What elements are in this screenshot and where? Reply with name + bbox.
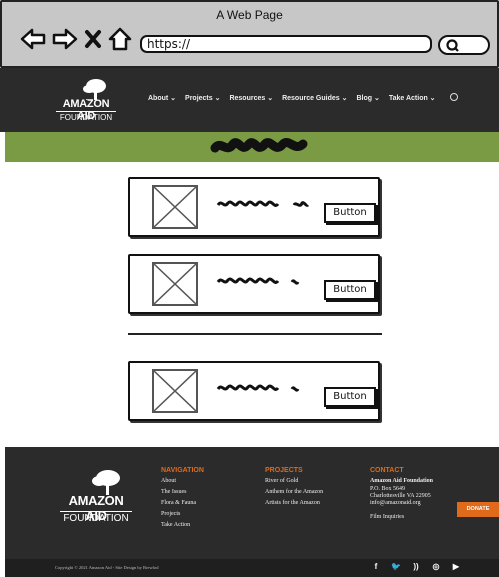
scribble-text: [216, 277, 300, 285]
footer-navigation: NAVIGATION About The Issues Flora & Faun…: [161, 467, 204, 533]
close-icon[interactable]: [84, 29, 102, 54]
footer-link[interactable]: Projects: [161, 511, 204, 517]
site-footer: AMAZON AID FOUNDATION NAVIGATION About T…: [5, 447, 499, 559]
rss-icon[interactable]: )): [411, 562, 421, 571]
logo-subtitle: FOUNDATION: [56, 111, 116, 122]
facebook-icon[interactable]: f: [371, 562, 381, 571]
tree-icon: [83, 79, 106, 100]
divider: [128, 333, 382, 335]
donate-button[interactable]: DONATE: [457, 502, 499, 517]
url-input[interactable]: https://: [140, 35, 432, 53]
list-item: Button: [128, 361, 380, 421]
footer-link[interactable]: River of Gold: [265, 478, 323, 484]
card-button[interactable]: Button: [324, 280, 376, 300]
list-item: Button: [128, 177, 380, 237]
image-placeholder-icon: [152, 185, 198, 229]
film-inquiries-link[interactable]: Film Inquiries: [370, 514, 433, 520]
home-icon[interactable]: [108, 27, 132, 56]
window-title: A Web Page: [216, 8, 283, 22]
card-button[interactable]: Button: [324, 203, 376, 223]
nav-item-take-action[interactable]: Take Action ⌄: [389, 94, 436, 102]
list-item: Button: [128, 254, 380, 314]
footer-link[interactable]: Flora & Fauna: [161, 500, 204, 506]
scribble-text: [216, 200, 310, 207]
card-button[interactable]: Button: [324, 387, 376, 407]
footer-navigation-heading: NAVIGATION: [161, 467, 204, 474]
nav-item-blog[interactable]: Blog ⌄: [356, 94, 379, 102]
nav-item-projects[interactable]: Projects ⌄: [185, 94, 220, 102]
browser-chrome: A Web Page https://: [0, 0, 499, 68]
contact-line: Charlottesville VA 22905: [370, 493, 431, 499]
scribble-text: [216, 384, 300, 392]
browser-search-button[interactable]: [438, 35, 490, 55]
instagram-icon[interactable]: ◎: [431, 562, 441, 571]
contact-org: Amazon Aid Foundation: [370, 478, 434, 484]
footer-projects-heading: PROJECTS: [265, 467, 303, 474]
footer-projects: PROJECTS River of Gold Anthem for the Am…: [265, 467, 323, 511]
footer-contact-heading: CONTACT: [370, 467, 404, 474]
footer-link[interactable]: About: [161, 478, 204, 484]
back-arrow-icon[interactable]: [20, 28, 46, 55]
image-placeholder-icon: [152, 369, 198, 413]
contact-line: P.O. Box 5649: [370, 486, 406, 492]
footer-link[interactable]: Anthem for the Amazon: [265, 489, 323, 495]
twitter-icon[interactable]: 🐦: [391, 562, 401, 571]
social-links: f 🐦 )) ◎ ▶: [371, 562, 461, 571]
footer-bottom-bar: Copyright © 2021 Amazon Aid - Site Desig…: [5, 559, 499, 577]
copyright-text: Copyright © 2021 Amazon Aid - Site Desig…: [55, 565, 159, 570]
header-logo[interactable]: AMAZON AID FOUNDATION: [56, 78, 116, 126]
forward-arrow-icon[interactable]: [52, 28, 78, 55]
main-nav: About ⌄ Projects ⌄ Resources ⌄ Resource …: [148, 94, 436, 102]
scribble-heading: [210, 138, 308, 153]
youtube-icon[interactable]: ▶: [451, 562, 461, 571]
footer-link[interactable]: Artists for the Amazon: [265, 500, 323, 506]
page-banner: [5, 132, 499, 162]
search-icon: [446, 39, 459, 52]
nav-item-resources[interactable]: Resources ⌄: [229, 94, 273, 102]
contact-email[interactable]: info@amazonaid.org: [370, 500, 433, 506]
nav-item-about[interactable]: About ⌄: [148, 94, 176, 102]
nav-item-resource-guides[interactable]: Resource Guides ⌄: [282, 94, 347, 102]
image-placeholder-icon: [152, 262, 198, 306]
footer-link[interactable]: The Issues: [161, 489, 204, 495]
footer-logo[interactable]: AMAZON AID FOUNDATION: [60, 469, 132, 529]
site-header: AMAZON AID FOUNDATION About ⌄ Projects ⌄…: [0, 68, 499, 132]
footer-link[interactable]: Take Action: [161, 522, 204, 528]
browser-nav-icons: [20, 27, 132, 56]
footer-logo-subtitle: FOUNDATION: [60, 511, 132, 524]
nav-search-icon[interactable]: [450, 93, 458, 101]
tree-icon: [92, 470, 120, 495]
footer-contact: CONTACT Amazon Aid Foundation P.O. Box 5…: [370, 467, 433, 525]
